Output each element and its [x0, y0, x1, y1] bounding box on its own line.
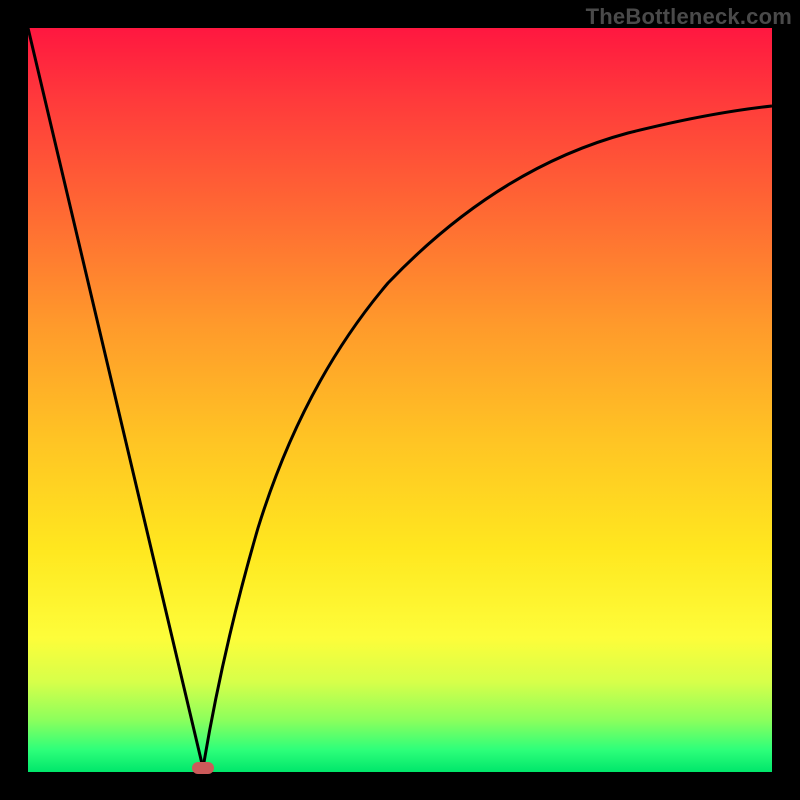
optimal-point-marker — [192, 762, 214, 774]
chart-frame: TheBottleneck.com — [0, 0, 800, 800]
watermark-text: TheBottleneck.com — [586, 4, 792, 30]
plot-area — [28, 28, 772, 772]
curve-left-branch — [28, 28, 203, 768]
bottleneck-curve — [28, 28, 772, 772]
curve-right-branch — [203, 106, 772, 768]
